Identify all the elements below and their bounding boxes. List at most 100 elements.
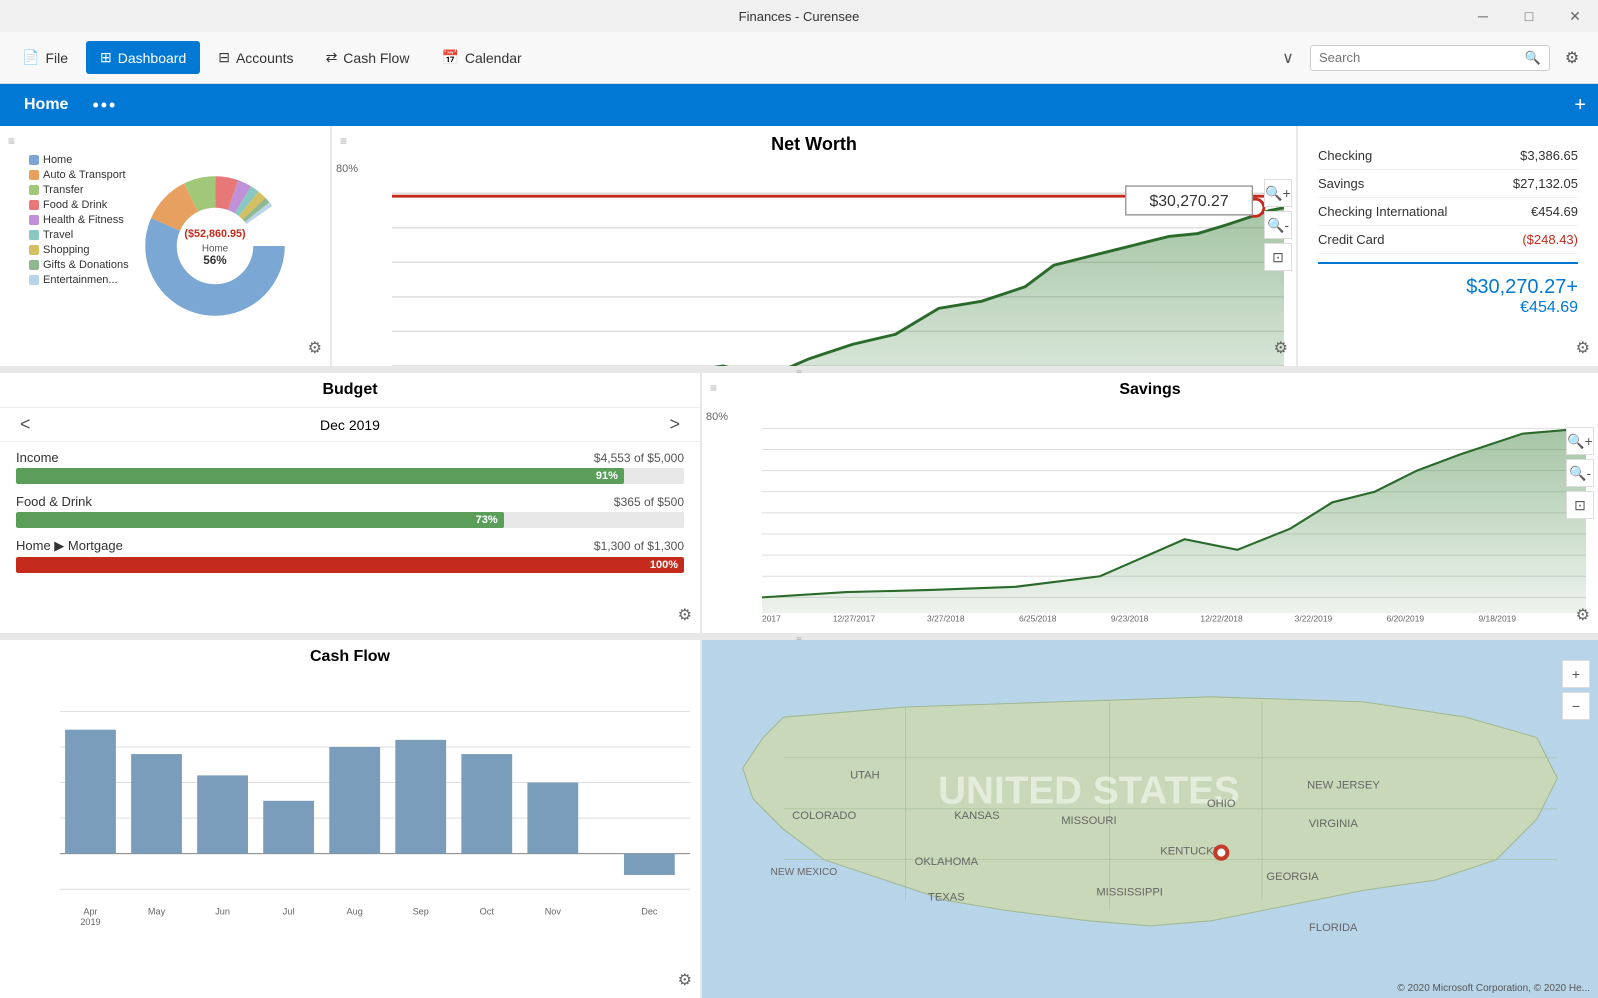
menu-file[interactable]: 📄 File (8, 41, 82, 74)
search-area: ∨ 🔍 ⚙ (1270, 40, 1590, 76)
search-box: 🔍 (1310, 45, 1550, 71)
minimize-button[interactable]: ─ (1460, 0, 1506, 32)
svg-text:9/28/2017: 9/28/2017 (762, 614, 781, 624)
svg-text:May: May (148, 907, 166, 917)
map-copyright: © 2020 Microsoft Corporation, © 2020 He.… (1397, 983, 1590, 994)
maximize-button[interactable]: □ (1506, 0, 1552, 32)
svg-text:MISSOURI: MISSOURI (1061, 815, 1116, 827)
svg-text:MISSISSIPPI: MISSISSIPPI (1096, 886, 1163, 898)
net-worth-chart-area: 80% $32,000.00 $28,000.00 $24,000.00 $20… (332, 159, 1296, 366)
svg-text:KANSAS: KANSAS (954, 810, 999, 822)
accounts-panel: Checking $3,386.65 Savings $27,132.05 Ch… (1298, 126, 1598, 366)
home-tab-dots[interactable]: ••• (92, 95, 117, 116)
zoom-in-button[interactable]: 🔍+ (1264, 179, 1292, 207)
close-button[interactable]: ✕ (1552, 0, 1598, 32)
svg-text:Oct: Oct (480, 907, 495, 917)
food-label: Food & Drink (16, 494, 92, 509)
pie-chart-panel: Home Auto & Transport Transfer Food & Dr… (0, 126, 330, 366)
svg-text:3/27/2018: 3/27/2018 (927, 614, 965, 624)
budget-panel: Budget < Dec 2019 > Income $4,553 of $5,… (0, 373, 700, 633)
app-title: Finances - Curensee (739, 9, 860, 24)
svg-text:Dec: Dec (641, 907, 658, 917)
fit-button[interactable]: ⊡ (1264, 243, 1292, 271)
savings-drag-handle: ≡ (710, 381, 717, 395)
savings-chart-controls: 🔍+ 🔍- ⊡ (1566, 427, 1594, 519)
add-widget-button[interactable]: + (1574, 94, 1586, 117)
budget-item-mortgage: Home ▶ Mortgage $1,300 of $1,300 100% (16, 538, 684, 573)
menu-cashflow-label: Cash Flow (343, 50, 409, 66)
svg-text:9/23/2018: 9/23/2018 (1111, 614, 1149, 624)
mortgage-bar-bg: 100% (16, 557, 684, 573)
net-worth-panel: ≡ Net Worth 80% $32,000.00 $28,000.00 $2… (332, 126, 1296, 366)
svg-text:OKLAHOMA: OKLAHOMA (915, 856, 979, 868)
home-tab-bar: Home ••• + (0, 84, 1598, 126)
svg-text:($52,860.95): ($52,860.95) (184, 228, 246, 240)
networth-settings-icon[interactable]: ⚙ (1274, 338, 1288, 358)
budget-settings-icon[interactable]: ⚙ (678, 605, 692, 625)
savings-80-label: 80% (706, 411, 728, 423)
search-input[interactable] (1319, 50, 1525, 65)
menu-accounts[interactable]: ⊟ Accounts (204, 41, 307, 74)
zoom-out-button[interactable]: 🔍- (1264, 211, 1292, 239)
dropdown-button[interactable]: ∨ (1270, 40, 1306, 76)
settings-button[interactable]: ⚙ (1554, 40, 1590, 76)
savings-chart-svg: $27,000.00 $24,000.00 $21,000.00 $18,000… (762, 411, 1586, 625)
savings-zoom-out-button[interactable]: 🔍- (1566, 459, 1594, 487)
svg-text:9/18/2019: 9/18/2019 (1478, 614, 1516, 624)
checking-value: $3,386.65 (1520, 148, 1578, 163)
home-tab[interactable]: Home (12, 90, 80, 120)
savings-label: Savings (1318, 176, 1364, 191)
legend-transfer: Transfer (43, 184, 84, 196)
svg-text:VIRGINIA: VIRGINIA (1309, 818, 1359, 830)
legend-gifts: Gifts & Donations (43, 259, 129, 271)
svg-text:12/22/2018: 12/22/2018 (1200, 614, 1243, 624)
map-zoom-in-button[interactable]: + (1562, 660, 1590, 688)
map-zoom-out-button[interactable]: − (1562, 692, 1590, 720)
total-usd: $30,270.27+ (1466, 276, 1578, 299)
top-row: Home Auto & Transport Transfer Food & Dr… (0, 126, 1598, 366)
cashflow-settings-icon[interactable]: ⚙ (678, 970, 692, 990)
budget-next-button[interactable]: > (669, 414, 680, 435)
svg-text:NEW JERSEY: NEW JERSEY (1307, 779, 1380, 791)
savings-chart-area: 80% $27,000.00 $24,000.00 $21,000.00 (702, 407, 1598, 633)
svg-text:KENTUCKY: KENTUCKY (1160, 846, 1221, 858)
income-bar-bg: 91% (16, 468, 684, 484)
svg-text:UNITED STATES: UNITED STATES (938, 770, 1240, 813)
row-separator-1: ≡ (0, 368, 1598, 371)
menu-dashboard[interactable]: ⊞ Dashboard (86, 41, 200, 74)
svg-text:FLORIDA: FLORIDA (1309, 922, 1358, 934)
savings-fit-button[interactable]: ⊡ (1566, 491, 1594, 519)
map-svg: UNITED STATES UTAH COLORADO KANSAS MISSO… (702, 640, 1598, 998)
menu-calendar[interactable]: 📅 Calendar (427, 41, 535, 74)
networth-80-label: 80% (336, 163, 358, 175)
svg-text:2019: 2019 (80, 917, 100, 927)
map-panel: UNITED STATES UTAH COLORADO KANSAS MISSO… (702, 640, 1598, 998)
svg-text:Jul: Jul (283, 907, 295, 917)
legend-shopping: Shopping (43, 244, 90, 256)
budget-item-income: Income $4,553 of $5,000 91% (16, 450, 684, 484)
svg-text:6/25/2018: 6/25/2018 (1019, 614, 1057, 624)
dashboard-icon: ⊞ (100, 49, 112, 66)
legend-health: Health & Fitness (43, 214, 124, 226)
cashflow-panel: Cash Flow $4,000.00 $3,000.00 $2,000.00 … (0, 640, 700, 998)
networth-chart-controls: 🔍+ 🔍- ⊡ (1264, 179, 1292, 271)
svg-text:Aug: Aug (347, 907, 363, 917)
budget-prev-button[interactable]: < (20, 414, 31, 435)
svg-text:TEXAS: TEXAS (928, 891, 965, 903)
bar-sep (395, 740, 446, 854)
svg-text:3/22/2019: 3/22/2019 (1295, 614, 1333, 624)
legend-food: Food & Drink (43, 199, 107, 211)
savings-zoom-in-button[interactable]: 🔍+ (1566, 427, 1594, 455)
savings-settings-icon[interactable]: ⚙ (1576, 605, 1590, 625)
row-separator-2: ≡ (0, 635, 1598, 638)
income-bar: 91% (16, 468, 624, 484)
menu-cashflow[interactable]: ⇄ Cash Flow (312, 41, 424, 74)
svg-text:Jun: Jun (215, 907, 230, 917)
budget-items: Income $4,553 of $5,000 91% Food & Drink… (0, 442, 700, 633)
savings-value: $27,132.05 (1513, 176, 1578, 191)
pie-settings-icon[interactable]: ⚙ (308, 338, 322, 358)
food-bar-bg: 73% (16, 512, 684, 528)
budget-item-food: Food & Drink $365 of $500 73% (16, 494, 684, 528)
accounts-settings-icon[interactable]: ⚙ (1576, 338, 1590, 358)
main-content: Home Auto & Transport Transfer Food & Dr… (0, 126, 1598, 998)
